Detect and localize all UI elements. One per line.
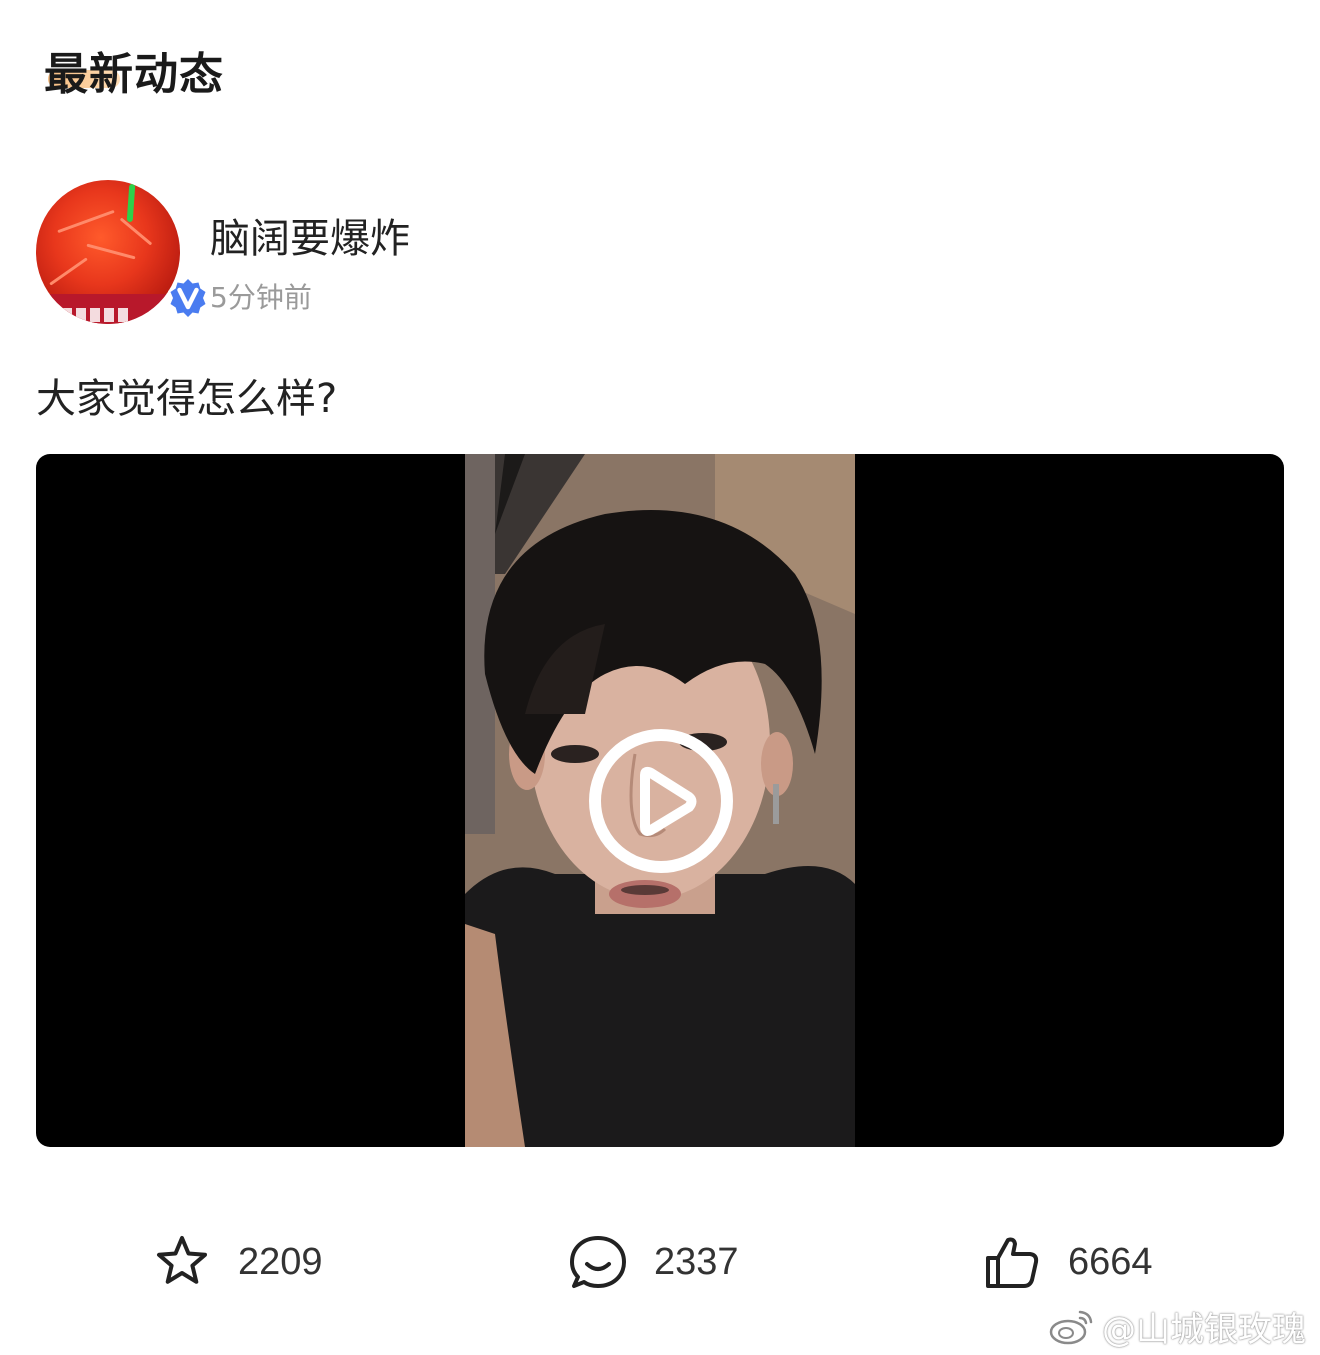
comment-button[interactable]: 2337 bbox=[568, 1224, 739, 1300]
verified-badge-icon bbox=[164, 274, 212, 322]
thumbs-up-icon bbox=[986, 1237, 1039, 1288]
like-count: 6664 bbox=[1068, 1240, 1153, 1283]
like-button[interactable]: 6664 bbox=[982, 1224, 1153, 1300]
watermark: @山城银玫瑰 bbox=[1048, 1302, 1306, 1350]
weibo-logo-icon bbox=[1049, 1310, 1093, 1345]
comment-bubble-icon bbox=[570, 1236, 626, 1288]
author-name[interactable]: 脑阔要爆炸 bbox=[210, 206, 410, 264]
watermark-text: @山城银玫瑰 bbox=[1102, 1309, 1306, 1350]
avatar[interactable] bbox=[36, 180, 180, 324]
author-avatar-container[interactable] bbox=[36, 180, 208, 324]
post-timestamp: 5分钟前 bbox=[210, 281, 312, 314]
post-text: 大家觉得怎么样? bbox=[36, 376, 338, 422]
favorite-count: 2209 bbox=[238, 1240, 323, 1283]
star-icon bbox=[157, 1236, 207, 1284]
favorite-button[interactable]: 2209 bbox=[152, 1224, 323, 1300]
comment-count: 2337 bbox=[654, 1240, 739, 1283]
play-button[interactable] bbox=[587, 727, 735, 875]
post-action-bar: 2209 2337 6664 bbox=[0, 1224, 1320, 1300]
play-icon bbox=[589, 729, 733, 873]
section-title: 最新动态 bbox=[44, 49, 224, 100]
